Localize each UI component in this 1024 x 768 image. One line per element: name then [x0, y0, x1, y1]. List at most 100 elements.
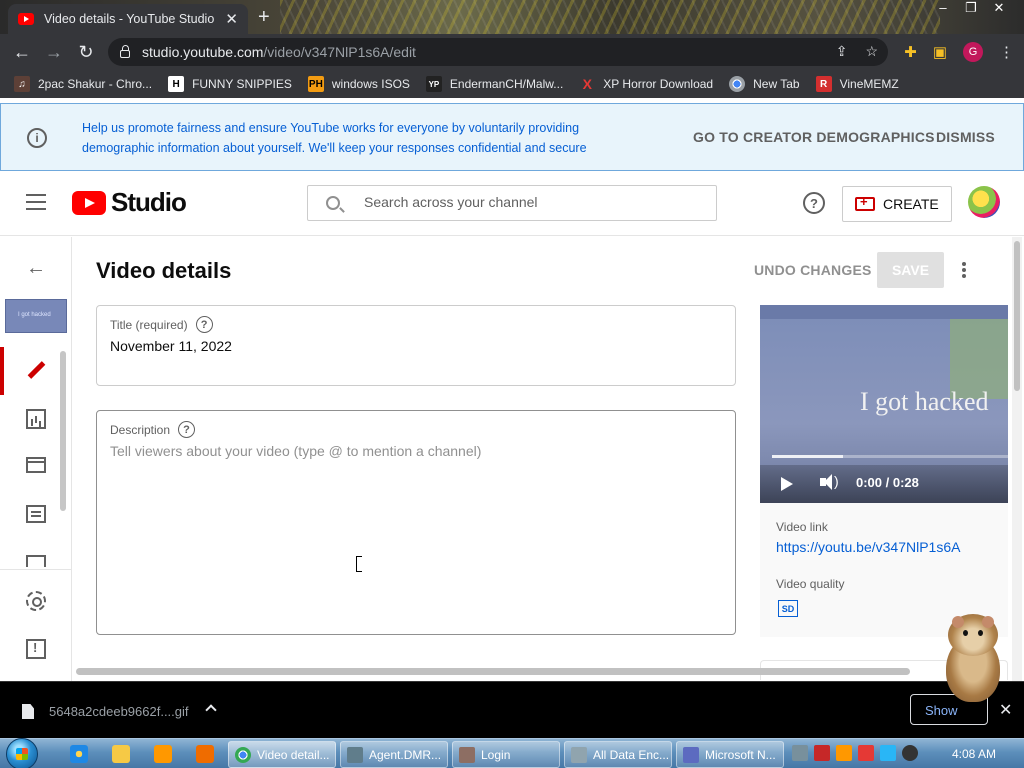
bookmark-item[interactable]: New Tab [729, 76, 800, 92]
title-help-icon[interactable]: ? [195, 316, 213, 333]
save-button[interactable]: SAVE [877, 252, 944, 288]
tray-status-icon[interactable] [902, 745, 918, 761]
reload-icon[interactable]: ↻ [70, 42, 102, 63]
video-editor-icon[interactable] [26, 457, 46, 473]
page-vertical-scrollbar[interactable] [1012, 237, 1022, 681]
side-panel-icon[interactable]: ▣ [933, 43, 947, 61]
rail-scrollbar[interactable] [60, 351, 66, 511]
extensions-puzzle-icon[interactable]: ✚ [904, 43, 917, 61]
internet-explorer-icon[interactable] [70, 745, 88, 763]
create-video-icon [855, 194, 875, 211]
description-placeholder[interactable]: Tell viewers about your video (type @ to… [110, 443, 481, 459]
taskbar-item[interactable]: Agent.DMR... [340, 741, 448, 768]
chrome-menu-icon[interactable]: ⋮ [999, 43, 1014, 61]
hamster-ear [952, 616, 964, 628]
media-icon: ♫ [14, 76, 30, 92]
system-tray [792, 745, 918, 761]
video-progress-fill [772, 455, 843, 458]
bookmark-star-icon[interactable]: ☆ [865, 43, 878, 60]
back-arrow-icon[interactable]: ← [26, 257, 46, 280]
tray-app-icon[interactable] [792, 745, 808, 761]
wallpaper-scribble [280, 0, 940, 34]
download-shelf: 5648a2cdeeb9662f....gif Show ✕ [0, 681, 1024, 738]
video-frame-caption: I got hacked [860, 387, 989, 416]
info-icon: i [27, 128, 47, 148]
browser-tab-video-details[interactable]: Video details - YouTube Studio ✕ [8, 4, 248, 34]
title-field-value[interactable]: November 11, 2022 [110, 338, 232, 354]
bookmark-item[interactable]: ♫ 2pac Shakur - Chro... [14, 76, 152, 92]
title-field[interactable]: Title (required) ? November 11, 2022 [96, 305, 736, 386]
back-arrow-icon[interactable]: ← [6, 42, 38, 63]
description-help-icon[interactable]: ? [178, 421, 196, 438]
bookmark-item[interactable]: PH windows ISOS [307, 76, 410, 92]
share-icon[interactable]: ⇪ [836, 43, 848, 60]
creator-demographics-button[interactable]: GO TO CREATOR DEMOGRAPHICS [693, 129, 935, 145]
hamster-eye [963, 630, 968, 636]
channel-avatar[interactable] [968, 186, 1000, 218]
restore-icon[interactable]: ❐ [964, 0, 978, 18]
taskbar-item[interactable]: Login [452, 741, 560, 768]
description-field[interactable]: Description ? Tell viewers about your vi… [96, 410, 736, 635]
comments-icon[interactable] [26, 505, 46, 523]
taskbar-item[interactable]: All Data Enc... [564, 741, 672, 768]
url-path: /video/v347NlP1s6A/edit [263, 44, 416, 60]
play-icon[interactable] [781, 477, 793, 491]
taskbar-item[interactable]: Microsoft N... [676, 741, 784, 768]
search-input[interactable] [364, 194, 704, 210]
send-feedback-icon[interactable] [26, 639, 46, 659]
forward-arrow-icon[interactable]: → [38, 42, 70, 63]
tab-close-icon[interactable]: ✕ [225, 10, 238, 28]
window-icon [347, 746, 363, 763]
create-button[interactable]: CREATE [842, 186, 952, 222]
youtube-logo-icon[interactable] [72, 191, 106, 215]
chevron-up-icon[interactable] [205, 704, 217, 716]
subtitles-icon[interactable] [26, 555, 46, 567]
undo-changes-button[interactable]: UNDO CHANGES [754, 262, 872, 278]
page-horizontal-scrollbar[interactable] [72, 666, 1012, 678]
folder-icon[interactable] [112, 745, 130, 763]
app-shortcut-icon[interactable] [196, 745, 214, 763]
studio-logo-text[interactable]: Studio [111, 187, 187, 218]
settings-gear-icon[interactable] [26, 591, 46, 611]
video-thumbnail[interactable]: I got hacked [5, 299, 67, 333]
taskbar-item-label: Login [481, 747, 511, 762]
media-player-icon[interactable] [154, 745, 172, 763]
more-options-icon[interactable] [962, 262, 966, 266]
video-controls: 0:00 / 0:28 [760, 465, 1008, 503]
taskbar-item[interactable]: Video detail... [228, 741, 336, 768]
new-tab-button[interactable]: + [258, 6, 270, 29]
browser-title-bar: Video details - YouTube Studio ✕ + – ❐ ✕ [0, 0, 1024, 34]
horizontal-scroll-thumb[interactable] [76, 668, 910, 675]
download-file-name[interactable]: 5648a2cdeeb9662f....gif [49, 704, 189, 719]
lock-icon[interactable] [120, 45, 130, 58]
x-icon: X [582, 76, 592, 92]
bookmark-item[interactable]: H FUNNY SNIPPIES [168, 76, 292, 92]
video-player[interactable]: I got hacked 0:00 / 0:28 [760, 305, 1008, 503]
banner-message: Help us promote fairness and ensure YouT… [82, 121, 587, 155]
tray-flag-icon[interactable] [858, 745, 874, 761]
vertical-scroll-thumb[interactable] [1014, 241, 1020, 391]
profile-avatar[interactable]: G [963, 42, 983, 62]
windows-taskbar: Video detail... Agent.DMR... Login All D… [0, 738, 1024, 768]
bookmark-item[interactable]: R VineMEMZ [815, 76, 899, 92]
analytics-icon[interactable] [26, 409, 46, 429]
tray-tool-icon[interactable] [814, 745, 830, 761]
bookmark-item[interactable]: X XP Horror Download [579, 76, 714, 92]
video-progress-bar[interactable] [772, 455, 1008, 458]
help-icon[interactable]: ? [803, 192, 825, 214]
tray-network-icon[interactable] [880, 745, 896, 761]
start-button[interactable] [6, 738, 38, 768]
close-window-icon[interactable]: ✕ [992, 0, 1006, 18]
tray-search-icon[interactable] [836, 745, 852, 761]
edit-pencil-icon[interactable] [26, 361, 46, 381]
hamburger-menu-icon[interactable] [26, 194, 46, 210]
bookmark-label: windows ISOS [331, 77, 410, 91]
volume-icon[interactable] [820, 473, 839, 490]
system-clock[interactable]: 4:08 AM [952, 747, 996, 761]
taskbar-item-label: All Data Enc... [593, 747, 670, 762]
bookmark-item[interactable]: YP EndermanCH/Malw... [425, 76, 563, 92]
video-link[interactable]: https://youtu.be/v347NlP1s6A [776, 539, 960, 555]
dismiss-button[interactable]: DISMISS [936, 129, 995, 145]
minimize-icon[interactable]: – [936, 0, 950, 18]
address-bar[interactable]: studio.youtube.com /video/v347NlP1s6A/ed… [108, 38, 888, 66]
